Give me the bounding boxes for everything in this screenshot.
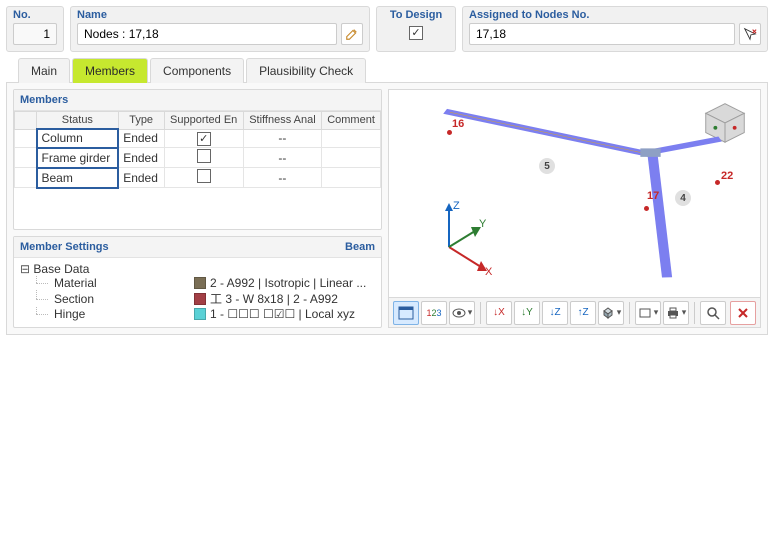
name-input[interactable] bbox=[77, 23, 337, 45]
field-name: Name bbox=[70, 6, 370, 52]
table-row[interactable]: Column Ended ✓ -- bbox=[15, 129, 381, 148]
member-label-5: 5 bbox=[539, 158, 555, 174]
node-label-16: 16 bbox=[452, 118, 464, 130]
no-input[interactable] bbox=[13, 23, 57, 45]
tree-row-section[interactable]: Section 工 3 - W 8x18 | 2 - A992 bbox=[20, 290, 375, 307]
tab-components[interactable]: Components bbox=[150, 58, 244, 83]
section-swatch bbox=[194, 293, 206, 305]
cell-supported[interactable] bbox=[164, 148, 243, 168]
field-assigned: Assigned to Nodes No. bbox=[462, 6, 768, 52]
field-no: No. bbox=[6, 6, 64, 52]
settings-title: Member Settings bbox=[20, 241, 109, 253]
tab-members[interactable]: Members bbox=[72, 58, 148, 83]
col-comment[interactable]: Comment bbox=[322, 112, 381, 130]
members-table[interactable]: Status Type Supported En Stiffness Anal … bbox=[14, 111, 381, 189]
supported-checkbox[interactable]: ✓ bbox=[197, 132, 211, 146]
col-type[interactable]: Type bbox=[118, 112, 164, 130]
cell-supported[interactable]: ✓ bbox=[164, 129, 243, 148]
edit-name-button[interactable] bbox=[341, 23, 363, 45]
tool-box[interactable] bbox=[635, 301, 661, 325]
cell-comment[interactable] bbox=[322, 168, 381, 188]
tool-axis-x[interactable]: ↓X bbox=[486, 301, 512, 325]
no-label: No. bbox=[13, 9, 57, 21]
cell-stiffness[interactable]: -- bbox=[243, 168, 321, 188]
cell-stiffness[interactable]: -- bbox=[243, 148, 321, 168]
tool-close[interactable] bbox=[730, 301, 756, 325]
tool-window-fit[interactable] bbox=[393, 301, 419, 325]
material-key: Material bbox=[54, 276, 194, 290]
tree-row-material[interactable]: Material 2 - A992 | Isotropic | Linear .… bbox=[20, 276, 375, 290]
cell-status[interactable]: Column bbox=[37, 129, 119, 148]
tool-axis-z[interactable]: ↓Z bbox=[542, 301, 568, 325]
section-key: Section bbox=[54, 292, 194, 306]
svg-text:Z: Z bbox=[453, 200, 460, 212]
tool-view[interactable] bbox=[449, 301, 475, 325]
node-dot bbox=[447, 130, 452, 135]
cell-status[interactable]: Beam bbox=[37, 168, 119, 188]
cell-comment[interactable] bbox=[322, 148, 381, 168]
axis-triad-icon: Z Y X bbox=[419, 197, 499, 277]
pick-nodes-button[interactable] bbox=[739, 23, 761, 45]
section-value: 3 - W 8x18 | 2 - A992 bbox=[225, 292, 338, 306]
node-dot bbox=[715, 180, 720, 185]
hinge-value: 1 - ☐☐☐ ☐☑☐ | Local xyz bbox=[210, 307, 355, 321]
viewport-3d[interactable]: 16 17 22 7 5 4 2 Z Y X bbox=[388, 89, 761, 298]
viewport-toolbar: 123 ↓X ↓Y ↓Z ↑Z bbox=[388, 298, 761, 328]
material-value: 2 - A992 | Isotropic | Linear ... bbox=[210, 276, 366, 290]
tool-axis-neg-z[interactable]: ↑Z bbox=[570, 301, 596, 325]
field-to-design: To Design ✓ bbox=[376, 6, 456, 52]
cell-supported[interactable] bbox=[164, 168, 243, 188]
svg-text:Y: Y bbox=[479, 218, 487, 230]
tool-axis-y[interactable]: ↓Y bbox=[514, 301, 540, 325]
assigned-input[interactable] bbox=[469, 23, 735, 45]
cell-type[interactable]: Ended bbox=[118, 129, 164, 148]
cell-type[interactable]: Ended bbox=[118, 148, 164, 168]
members-title: Members bbox=[20, 94, 68, 106]
assigned-label: Assigned to Nodes No. bbox=[469, 9, 761, 21]
cell-stiffness[interactable]: -- bbox=[243, 129, 321, 148]
table-row[interactable]: Beam Ended -- bbox=[15, 168, 381, 188]
settings-subtitle: Beam bbox=[345, 241, 375, 253]
member-label-4: 4 bbox=[675, 190, 691, 206]
svg-text:X: X bbox=[485, 266, 493, 277]
table-header-row: Status Type Supported En Stiffness Anal … bbox=[15, 112, 381, 130]
hinge-key: Hinge bbox=[54, 307, 194, 321]
col-stiffness[interactable]: Stiffness Anal bbox=[243, 112, 321, 130]
hinge-swatch bbox=[194, 308, 206, 320]
supported-checkbox[interactable] bbox=[197, 149, 211, 163]
members-subpanel: Members Status Type Supported En Stiffne… bbox=[13, 89, 382, 230]
tab-main[interactable]: Main bbox=[18, 58, 70, 83]
tool-cube[interactable] bbox=[598, 301, 624, 325]
col-status[interactable]: Status bbox=[37, 112, 119, 130]
cell-comment[interactable] bbox=[322, 129, 381, 148]
tab-plausibility[interactable]: Plausibility Check bbox=[246, 58, 366, 83]
col-supported[interactable]: Supported En bbox=[164, 112, 243, 130]
cell-status[interactable]: Frame girder bbox=[37, 148, 119, 168]
tree-root[interactable]: Base Data bbox=[20, 262, 375, 276]
tab-bar: Main Members Components Plausibility Che… bbox=[18, 58, 768, 83]
to-design-checkbox[interactable]: ✓ bbox=[409, 26, 423, 40]
section-glyph: 工 bbox=[210, 292, 222, 306]
tool-numbering[interactable]: 123 bbox=[421, 301, 447, 325]
node-label-22: 22 bbox=[721, 170, 733, 182]
name-label: Name bbox=[77, 9, 363, 21]
tool-find[interactable] bbox=[700, 301, 726, 325]
tree-row-hinge[interactable]: Hinge 1 - ☐☐☐ ☐☑☐ | Local xyz bbox=[20, 307, 375, 321]
cell-type[interactable]: Ended bbox=[118, 168, 164, 188]
node-dot bbox=[644, 206, 649, 211]
member-settings-subpanel: Member Settings Beam Base Data Material … bbox=[13, 236, 382, 328]
table-row[interactable]: Frame girder Ended -- bbox=[15, 148, 381, 168]
node-label-17: 17 bbox=[647, 190, 659, 202]
to-design-label: To Design bbox=[390, 9, 442, 21]
supported-checkbox[interactable] bbox=[197, 169, 211, 183]
tool-print[interactable] bbox=[663, 301, 689, 325]
material-swatch bbox=[194, 277, 206, 289]
